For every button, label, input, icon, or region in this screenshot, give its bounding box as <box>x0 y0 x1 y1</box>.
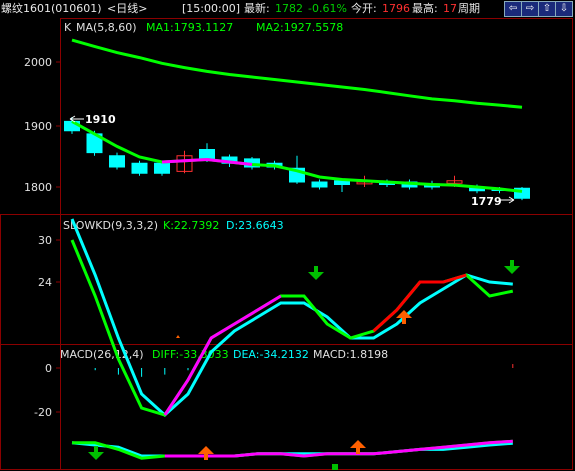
candle-body <box>199 149 215 160</box>
time-label: [15:00:00] <box>182 2 240 15</box>
sell-signal-arrow-icon <box>504 260 520 274</box>
sell-signal-arrow-icon <box>88 446 104 460</box>
kd-k-value: K:22.7392 <box>163 219 219 232</box>
high-label: 最高: <box>412 2 438 15</box>
symbol-code: (010601) <box>51 2 102 15</box>
kd-d-value: D:23.6643 <box>226 219 284 232</box>
ytick-label: 1900 <box>24 120 52 133</box>
macd-panel-frame <box>0 344 573 470</box>
next-arrow-icon[interactable]: ⇨ <box>521 1 539 17</box>
ytick-label: -20 <box>34 406 52 419</box>
ytick-label: 1800 <box>24 181 52 194</box>
low-marker-label: 1779 <box>471 195 502 208</box>
ma2-line <box>71 38 523 109</box>
macd-yaxis: 0 -20 <box>34 362 60 419</box>
main-yaxis: 2000 1900 1800 <box>24 56 60 194</box>
candle-body <box>154 162 170 174</box>
ytick-label: 30 <box>38 234 52 247</box>
quote-header: 螺纹1601 (010601) <日线> [15:00:00] 最新: 1782… <box>0 0 575 18</box>
sell-signal-arrow-icon <box>332 464 338 470</box>
high-marker-label: 1910 <box>85 113 116 126</box>
macd-bar-value: MACD:1.8198 <box>313 348 388 361</box>
candle-body <box>109 155 125 168</box>
ytick-label: 24 <box>38 276 52 289</box>
ma2-value: MA2:1927.5578 <box>256 21 343 34</box>
candlestick-series <box>64 117 530 201</box>
kd-lines <box>70 218 514 418</box>
latest-label: 最新: <box>244 2 270 15</box>
period-label[interactable]: <日线> <box>107 0 147 18</box>
prev-arrow-icon[interactable]: ⇦ <box>504 1 522 17</box>
main-indicator-k: K <box>64 21 72 34</box>
open-value: 1796 <box>382 2 410 15</box>
up-arrow-icon[interactable]: ⇧ <box>538 1 556 17</box>
macd-title: MACD(26,12,4) <box>60 348 144 361</box>
kd-yaxis: 30 24 <box>38 234 60 289</box>
down-arrow-icon[interactable]: ⇩ <box>555 1 573 17</box>
kd-panel-frame <box>0 214 573 345</box>
candle-body <box>334 180 350 185</box>
ytick-label: 2000 <box>24 56 52 69</box>
buy-signal-arrow-icon <box>198 446 214 460</box>
sell-signal-arrow-icon <box>308 266 324 280</box>
ma-params: MA(5,8,60) <box>76 21 137 34</box>
change-percent: -0.61% <box>308 2 347 15</box>
buy-signal-arrow-icon <box>176 335 180 338</box>
macd-dea-value: DEA:-34.2132 <box>233 348 309 361</box>
high-value: 17 <box>443 2 457 15</box>
chart-area[interactable]: 2000 1900 1800 30 24 0 -20 K MA(5,8,60) … <box>0 18 575 471</box>
ytick-label: 0 <box>45 362 52 375</box>
weekly-tab[interactable]: 周期 <box>458 0 480 18</box>
low-marker: 1779 <box>471 195 515 208</box>
latest-value: 1782 <box>275 2 303 15</box>
macd-lines <box>71 364 514 460</box>
macd-diff-value: DIFF:-33.3033 <box>152 348 229 361</box>
candle-body <box>311 181 328 188</box>
signal-arrows <box>88 260 520 470</box>
kd-d-line <box>70 218 513 418</box>
panel-borders <box>0 18 573 470</box>
buy-signal-arrow-icon <box>350 440 366 454</box>
ma1-value: MA1:1793.1127 <box>146 21 233 34</box>
open-label: 今开: <box>351 2 377 15</box>
candle-body <box>131 162 148 174</box>
symbol-name: 螺纹1601 <box>1 2 51 15</box>
